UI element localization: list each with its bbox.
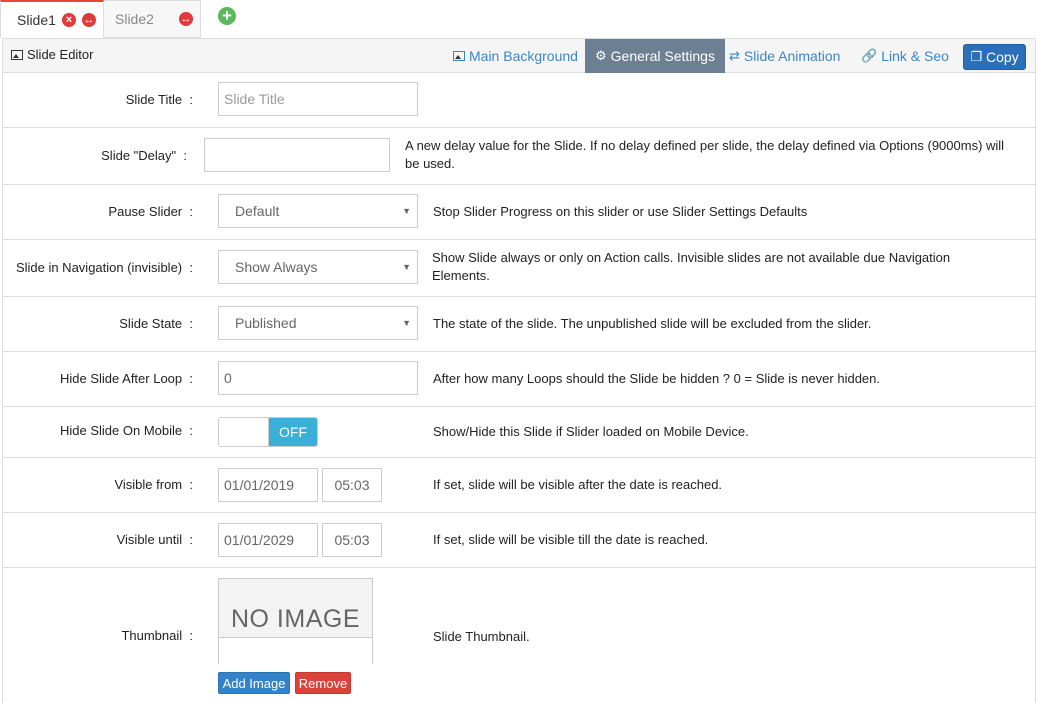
slide-navigation-select[interactable]: Show Always ▼: [218, 250, 418, 284]
tab-label: Slide Animation: [743, 48, 841, 64]
copy-icon: ❐: [970, 49, 982, 64]
thumbnail-description: Slide Thumbnail.: [433, 629, 530, 644]
slide-state-select[interactable]: Published ▼: [218, 306, 418, 340]
pause-slider-label: Pause Slider :: [108, 204, 193, 219]
pause-slider-select[interactable]: Default ▼: [218, 194, 418, 228]
add-image-button[interactable]: Add Image: [218, 672, 290, 694]
visible-until-date-input[interactable]: 01/01/2029: [218, 523, 318, 557]
pause-slider-description: Stop Slider Progress on this slider or u…: [433, 204, 808, 219]
visible-until-time-input[interactable]: 05:03: [322, 523, 382, 557]
slide-tab-label: Slide1: [17, 12, 56, 28]
gear-icon: ⚙: [595, 48, 607, 63]
tab-general-settings[interactable]: ⚙ General Settings: [585, 39, 725, 73]
thumbnail-label: Thumbnail :: [121, 628, 193, 643]
row-visible-from: Visible from : 01/01/2019 05:03 If set, …: [2, 458, 1036, 513]
visible-from-date-input[interactable]: 01/01/2019: [218, 468, 318, 502]
hide-after-loop-input[interactable]: 0: [218, 361, 418, 395]
visible-until-description: If set, slide will be visible till the d…: [433, 532, 709, 547]
slide-tab-1[interactable]: Slide1 × ↔: [0, 0, 104, 38]
no-image-text: NO IMAGE: [230, 605, 360, 633]
image-icon: [453, 51, 465, 61]
visible-from-time-input[interactable]: 05:03: [322, 468, 382, 502]
hide-after-loop-description: After how many Loops should the Slide be…: [433, 371, 880, 386]
hide-on-mobile-label: Hide Slide On Mobile :: [60, 423, 193, 438]
select-value: Published: [235, 315, 297, 331]
chevron-down-icon: ▼: [402, 262, 411, 272]
copy-button[interactable]: ❐ Copy: [963, 44, 1026, 70]
slide-navigation-label: Slide in Navigation (invisible) :: [15, 260, 193, 275]
add-slide-icon[interactable]: +: [218, 7, 236, 25]
slide-delay-description: A new delay value for the Slide. If no d…: [405, 138, 1005, 171]
shuffle-icon: ⇄: [729, 48, 740, 63]
row-hide-after-loop: Hide Slide After Loop : 0 After how many…: [2, 352, 1036, 407]
visible-from-label: Visible from :: [114, 477, 193, 492]
row-pause-slider: Pause Slider : Default ▼ Stop Slider Pro…: [2, 185, 1036, 240]
duplicate-slide-icon[interactable]: ↔: [82, 13, 96, 27]
row-slide-delay: Slide "Delay" : A new delay value for th…: [2, 128, 1036, 185]
slide-delay-input[interactable]: [204, 138, 390, 172]
tab-label: General Settings: [610, 48, 715, 64]
hide-on-mobile-description: Show/Hide this Slide if Slider loaded on…: [433, 424, 749, 439]
hide-on-mobile-toggle[interactable]: OFF: [218, 417, 318, 447]
row-slide-title: Slide Title : Slide Title: [2, 73, 1036, 128]
tab-main-background[interactable]: Main Background: [453, 39, 578, 73]
editor-title-text: Slide Editor: [27, 47, 94, 62]
visible-until-label: Visible until :: [116, 532, 193, 547]
slide-state-label: Slide State :: [119, 316, 193, 331]
visible-from-description: If set, slide will be visible after the …: [433, 477, 723, 492]
slide-title-input[interactable]: Slide Title: [218, 82, 418, 116]
image-icon: [11, 49, 23, 60]
link-icon: 🔗: [861, 48, 878, 63]
tab-label: Link & Seo: [881, 48, 949, 64]
hide-after-loop-label: Hide Slide After Loop :: [60, 371, 193, 386]
remove-image-button[interactable]: Remove: [295, 672, 351, 694]
slide-delay-label: Slide "Delay" :: [101, 148, 187, 163]
tab-slide-animation[interactable]: ⇄ Slide Animation: [729, 39, 840, 73]
slide-tab-label: Slide2: [115, 11, 154, 27]
editor-title: Slide Editor: [11, 47, 93, 62]
row-thumbnail: Thumbnail : NO IMAGE Add Image Remove Sl…: [2, 568, 1036, 703]
slide-navigation-description: Show Slide always or only on Action call…: [432, 250, 951, 283]
slide-state-description: The state of the slide. The unpublished …: [433, 316, 872, 331]
chevron-down-icon: ▼: [402, 318, 411, 328]
toggle-knob: [219, 418, 269, 446]
thumbnail-preview: NO IMAGE: [218, 578, 373, 664]
select-value: Show Always: [235, 259, 318, 275]
thumbnail-footer: [219, 638, 372, 664]
copy-button-label: Copy: [985, 49, 1019, 65]
delete-slide-icon[interactable]: ×: [62, 13, 76, 27]
chevron-down-icon: ▼: [402, 206, 411, 216]
slide-tabs-bar: Slide1 × ↔ Slide2 ↔ +: [0, 0, 1040, 38]
editor-header: Slide Editor Main Background ⚙ General S…: [2, 38, 1036, 73]
tab-link-seo[interactable]: 🔗 Link & Seo: [861, 39, 949, 73]
row-slide-state: Slide State : Published ▼ The state of t…: [2, 297, 1036, 352]
select-value: Default: [235, 203, 280, 219]
tab-label: Main Background: [469, 48, 578, 64]
slide-title-label: Slide Title :: [125, 92, 193, 107]
row-slide-navigation: Slide in Navigation (invisible) : Show A…: [2, 240, 1036, 297]
slide-tab-2[interactable]: Slide2 ↔: [104, 0, 201, 38]
duplicate-slide-icon[interactable]: ↔: [179, 12, 193, 26]
row-visible-until: Visible until : 01/01/2029 05:03 If set,…: [2, 513, 1036, 568]
toggle-state-label: OFF: [269, 418, 317, 446]
row-hide-on-mobile: Hide Slide On Mobile : OFF Show/Hide thi…: [2, 407, 1036, 458]
